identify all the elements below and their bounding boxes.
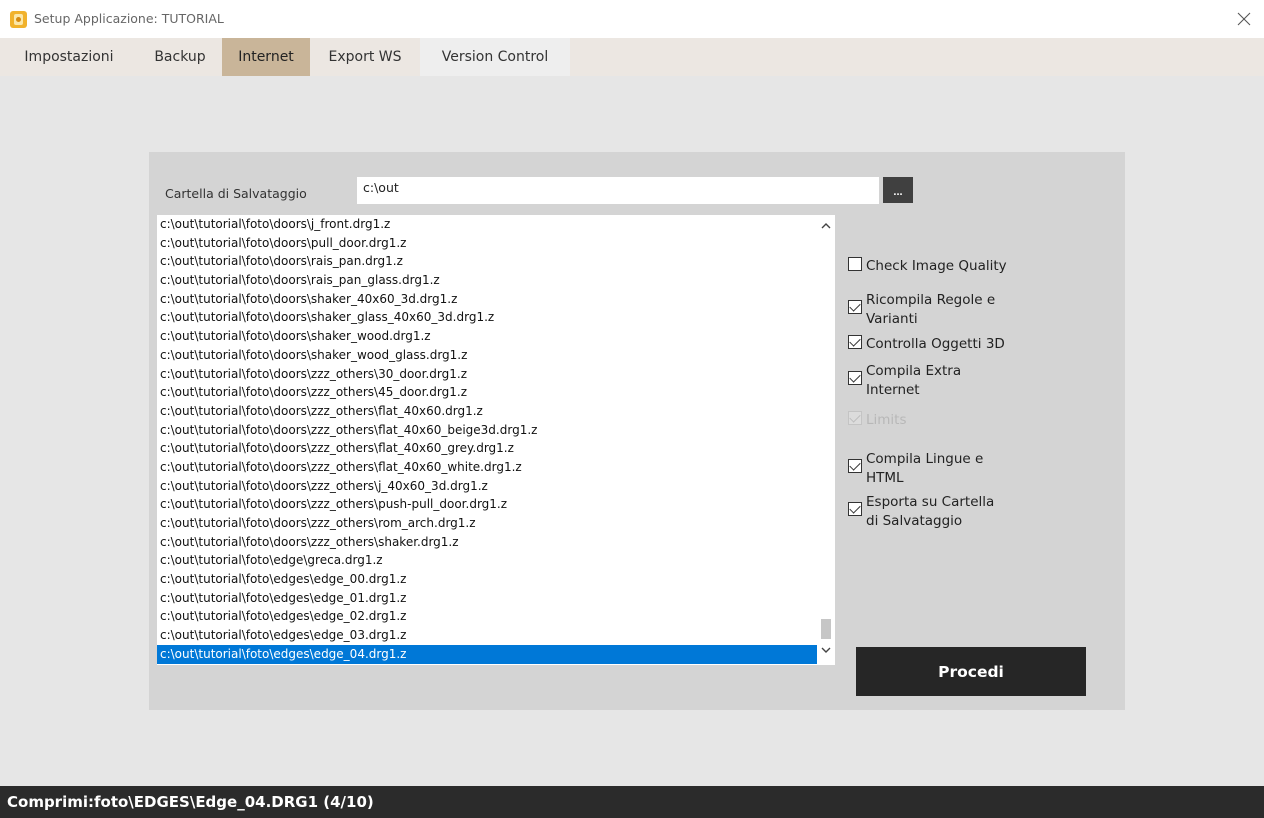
compila-extra-option[interactable]: Compila Extra Internet (848, 362, 978, 400)
list-item[interactable]: c:\out\tutorial\foto\doors\j_front.drg1.… (157, 215, 817, 234)
folder-input[interactable] (357, 177, 879, 204)
chevron-up-icon[interactable] (817, 217, 835, 235)
scroll-thumb[interactable] (821, 619, 831, 639)
list-item[interactable]: c:\out\tutorial\foto\edges\edge_02.drg1.… (157, 607, 817, 626)
list-item[interactable]: c:\out\tutorial\foto\doors\shaker_wood_g… (157, 346, 817, 365)
procedi-button[interactable]: Procedi (856, 647, 1086, 696)
scrollbar[interactable] (817, 215, 835, 665)
checkbox[interactable] (848, 459, 862, 473)
list-item[interactable]: c:\out\tutorial\foto\edges\edge_00.drg1.… (157, 570, 817, 589)
title-bar: Setup Applicazione: TUTORIAL (0, 0, 1264, 38)
option-label: Check Image Quality (866, 258, 1007, 274)
option-label: Limits (866, 412, 907, 428)
list-item[interactable]: c:\out\tutorial\foto\edges\edge_03.drg1.… (157, 626, 817, 645)
list-item[interactable]: c:\out\tutorial\foto\doors\zzz_others\j_… (157, 477, 817, 496)
tab-impostazioni[interactable]: Impostazioni (0, 38, 138, 76)
list-item[interactable]: c:\out\tutorial\foto\doors\zzz_others\sh… (157, 533, 817, 552)
list-item[interactable]: c:\out\tutorial\foto\doors\shaker_40x60_… (157, 290, 817, 309)
checkbox[interactable] (848, 257, 862, 271)
browse-button[interactable]: ... (883, 177, 913, 203)
tab-internet[interactable]: Internet (222, 38, 310, 76)
option-label: Esporta su Cartella di Salvataggio (866, 494, 995, 529)
checkbox[interactable] (848, 502, 862, 516)
tab-version-control[interactable]: Version Control (420, 38, 570, 76)
tab-backup[interactable]: Backup (138, 38, 222, 76)
limits-option: Limits (848, 411, 907, 430)
compila-lingue-option[interactable]: Compila Lingue e HTML (848, 450, 1008, 488)
list-item[interactable]: c:\out\tutorial\foto\doors\rais_pan_glas… (157, 271, 817, 290)
tab-bar: Impostazioni Backup Internet Export WS V… (0, 38, 1264, 76)
checkbox[interactable] (848, 371, 862, 385)
checkbox[interactable] (848, 300, 862, 314)
option-label: Controlla Oggetti 3D (866, 336, 1005, 352)
list-item[interactable]: c:\out\tutorial\foto\edges\edge_04.drg1.… (157, 644, 817, 664)
list-item[interactable]: c:\out\tutorial\foto\doors\zzz_others\ro… (157, 514, 817, 533)
list-item[interactable]: c:\out\tutorial\foto\doors\shaker_wood.d… (157, 327, 817, 346)
list-item[interactable]: c:\out\tutorial\foto\doors\zzz_others\pu… (157, 495, 817, 514)
check-image-quality-option[interactable]: Check Image Quality (848, 257, 1007, 276)
ricompila-regole-option[interactable]: Ricompila Regole e Varianti (848, 291, 1018, 329)
option-label: Ricompila Regole e Varianti (866, 292, 996, 327)
checkbox (848, 411, 862, 425)
list-item[interactable]: c:\out\tutorial\foto\edges\edge_01.drg1.… (157, 589, 817, 608)
window-title: Setup Applicazione: TUTORIAL (34, 11, 224, 26)
tab-export-ws[interactable]: Export WS (310, 38, 420, 76)
file-list-items: c:\out\tutorial\foto\doors\j_front.drg1.… (157, 215, 817, 664)
list-item[interactable]: c:\out\tutorial\foto\doors\rais_pan.drg1… (157, 252, 817, 271)
list-item[interactable]: c:\out\tutorial\foto\doors\zzz_others\30… (157, 365, 817, 384)
list-item[interactable]: c:\out\tutorial\foto\doors\zzz_others\fl… (157, 439, 817, 458)
list-item[interactable]: c:\out\tutorial\foto\edge\greca.drg1.z (157, 551, 817, 570)
chevron-down-icon[interactable] (817, 641, 835, 659)
checkbox[interactable] (848, 335, 862, 349)
list-item[interactable]: c:\out\tutorial\foto\doors\zzz_others\fl… (157, 421, 817, 440)
file-list[interactable]: c:\out\tutorial\foto\doors\j_front.drg1.… (157, 215, 835, 665)
list-item[interactable]: c:\out\tutorial\foto\doors\zzz_others\fl… (157, 402, 817, 421)
list-item[interactable]: c:\out\tutorial\foto\doors\shaker_glass_… (157, 308, 817, 327)
list-item[interactable]: c:\out\tutorial\foto\doors\zzz_others\fl… (157, 458, 817, 477)
list-item[interactable]: c:\out\tutorial\foto\doors\zzz_others\45… (157, 383, 817, 402)
app-icon (10, 11, 27, 28)
esporta-cartella-option[interactable]: Esporta su Cartella di Salvataggio (848, 493, 1008, 531)
close-icon[interactable] (1234, 9, 1254, 29)
option-label: Compila Extra Internet (866, 363, 962, 398)
folder-label: Cartella di Salvataggio (165, 186, 307, 201)
option-label: Compila Lingue e HTML (866, 451, 984, 486)
list-item[interactable]: c:\out\tutorial\foto\doors\pull_door.drg… (157, 234, 817, 253)
controlla-oggetti-option[interactable]: Controlla Oggetti 3D (848, 335, 1005, 354)
status-bar: Comprimi:foto\EDGES\Edge_04.DRG1 (4/10) (0, 786, 1264, 818)
internet-panel: Cartella di Salvataggio ... c:\out\tutor… (149, 152, 1125, 710)
